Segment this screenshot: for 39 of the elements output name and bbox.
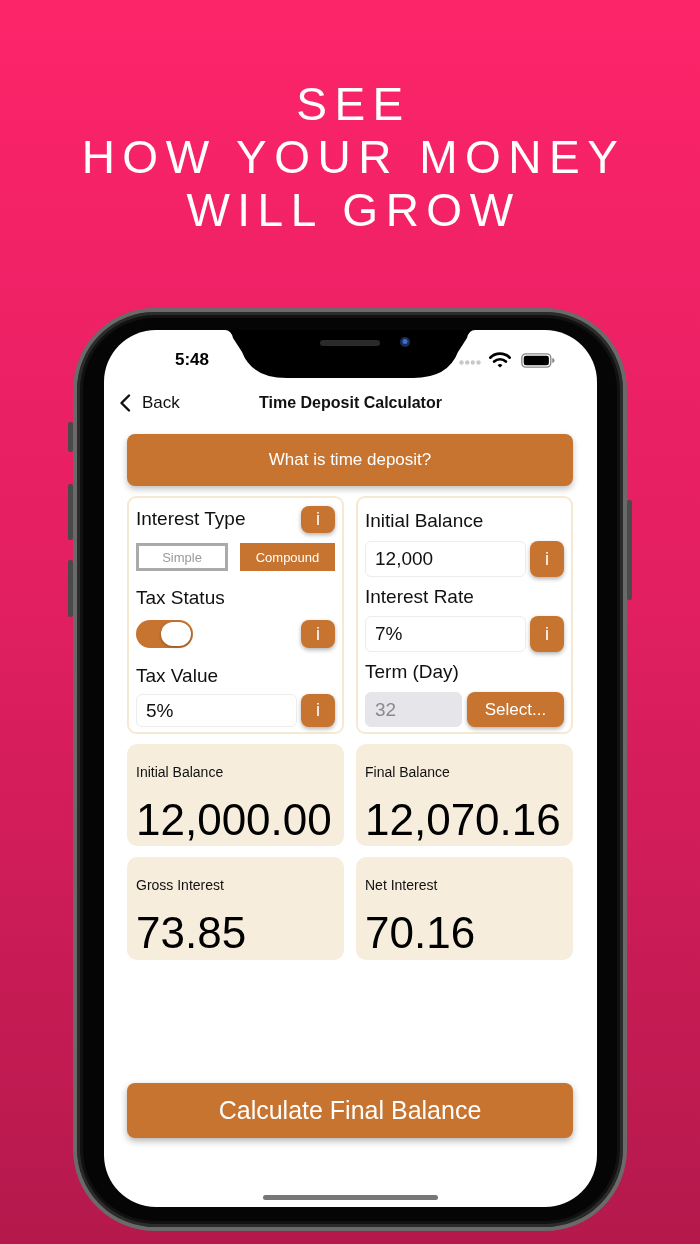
headline: SEE HOW YOUR MONEY WILL GROW: [80, 77, 626, 237]
wifi-icon: [489, 352, 511, 368]
result-label: Gross Interest: [136, 877, 224, 894]
segment-option[interactable]: Compound: [240, 543, 335, 571]
phone-side-key: [68, 560, 73, 617]
battery-icon: [521, 352, 555, 368]
tax-status-toggle[interactable]: [136, 620, 193, 648]
field-label: Interest Type: [136, 508, 246, 530]
status-time: 5:48: [175, 350, 210, 370]
phone-side-key: [68, 484, 73, 540]
info-button[interactable]: i: [301, 694, 335, 727]
result-value: 12,000.00: [136, 796, 332, 844]
result-label: Net Interest: [365, 877, 438, 894]
info-button[interactable]: i: [301, 505, 335, 533]
result-value: 12,070.16: [365, 796, 561, 844]
back-button[interactable]: Back: [119, 393, 180, 413]
field-label: Interest Rate: [365, 586, 474, 608]
info-link-button[interactable]: What is time deposit?: [127, 434, 573, 486]
input-field: 32: [365, 692, 462, 727]
result-label: Final Balance: [365, 764, 450, 781]
calculate-button[interactable]: Calculate Final Balance: [127, 1083, 573, 1138]
input-field[interactable]: 5%: [136, 694, 297, 727]
info-button[interactable]: i: [301, 620, 335, 648]
result-value: 70.16: [365, 909, 476, 957]
field-label: Initial Balance: [365, 510, 484, 532]
input-field[interactable]: 7%: [365, 616, 526, 652]
info-button[interactable]: i: [530, 541, 564, 577]
phone-side-key: [68, 422, 73, 452]
info-button[interactable]: i: [530, 616, 564, 652]
field-label: Tax Status: [136, 587, 225, 609]
result-value: 73.85: [136, 909, 247, 957]
chevron-left-icon: [119, 394, 131, 412]
result-label: Initial Balance: [136, 764, 224, 781]
screen-title: Time Deposit Calculator: [259, 394, 442, 412]
segment-option[interactable]: Simple: [136, 543, 228, 571]
signal-dots-icon: [459, 359, 481, 365]
field-label: Term (Day): [365, 661, 459, 683]
input-field[interactable]: 12,000: [365, 541, 526, 577]
field-label: Tax Value: [136, 665, 219, 687]
